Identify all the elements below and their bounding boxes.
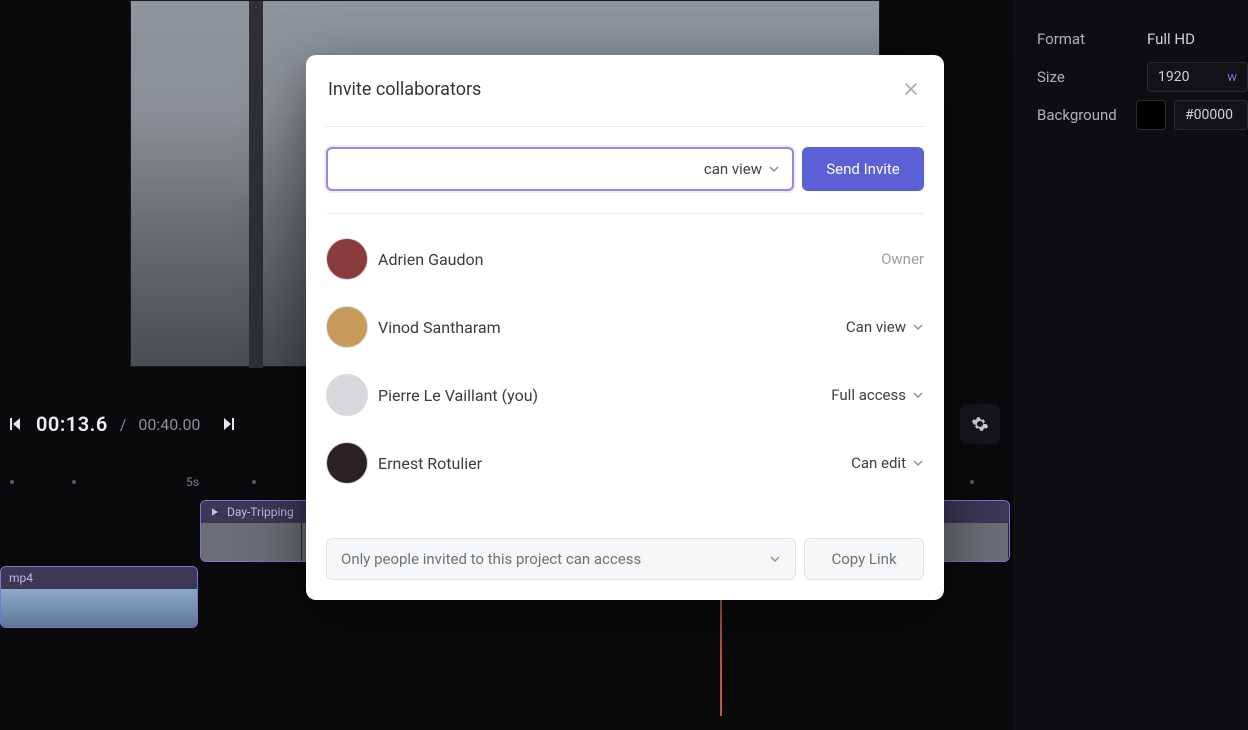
collaborator-row: Adrien Gaudon Owner [326,238,924,280]
timeline-clip[interactable]: mp4 [0,566,198,628]
preview-decoration [249,1,263,368]
properties-panel: Format Full HD Size 1920 w Background #0… [1014,0,1248,730]
collaborator-name: Adrien Gaudon [378,250,871,269]
ruler-label: 5s [186,475,199,489]
access-scope-label: Only people invited to this project can … [341,550,641,568]
collaborator-name: Pierre Le Vaillant (you) [378,386,821,405]
size-input[interactable]: 1920 w [1147,62,1248,92]
role-label: Full access [831,386,906,404]
clip-header: mp4 [1,567,197,589]
chevron-down-icon [912,321,924,333]
invite-email-field[interactable]: can view [326,147,794,191]
send-invite-label: Send Invite [826,160,899,178]
color-swatch[interactable] [1136,100,1166,130]
size-label: Size [1037,68,1147,86]
collaborator-row: Pierre Le Vaillant (you) Full access [326,374,924,416]
collaborator-name: Vinod Santharam [378,318,836,337]
invite-email-input[interactable] [340,160,698,178]
chevron-down-icon [912,389,924,401]
collaborator-row: Ernest Rotulier Can edit [326,442,924,484]
background-label: Background [1037,106,1136,124]
clip-name: Day-Tripping [227,505,294,519]
chevron-down-icon [912,457,924,469]
size-unit: w [1227,70,1237,85]
divider [326,126,924,127]
size-value: 1920 [1158,69,1189,85]
role-label: Owner [881,250,924,268]
close-button[interactable] [902,80,922,100]
divider [326,213,924,214]
clip-thumbnail [1,589,197,628]
collaborator-role: Owner [881,250,924,268]
time-duration: 00:40.00 [138,415,200,434]
collaborator-row: Vinod Santharam Can view [326,306,924,348]
collaborator-name: Ernest Rotulier [378,454,841,473]
role-label: Can view [846,318,906,336]
send-invite-button[interactable]: Send Invite [802,147,924,191]
access-scope-selector[interactable]: Only people invited to this project can … [326,538,796,580]
collaborators-list: Adrien Gaudon Owner Vinod Santharam Can vie… [326,238,924,484]
avatar [326,442,368,484]
permission-selector[interactable]: can view [704,160,780,178]
close-icon [902,80,920,98]
skip-forward-icon[interactable] [220,415,238,433]
avatar [326,374,368,416]
collaborator-role-selector[interactable]: Can edit [851,454,924,472]
background-value: #00000 [1185,107,1233,123]
avatar [326,238,368,280]
avatar [326,306,368,348]
time-current: 00:13.6 [36,412,108,436]
background-hex-input[interactable]: #00000 [1174,100,1248,130]
copy-link-label: Copy Link [831,550,896,568]
invite-collaborators-modal: Invite collaborators can view Send Invit… [306,55,944,600]
permission-label: can view [704,160,762,178]
settings-button[interactable] [960,404,1000,444]
play-icon [209,506,221,518]
copy-link-button[interactable]: Copy Link [804,538,924,580]
chevron-down-icon [769,553,781,565]
collaborator-role-selector[interactable]: Can view [846,318,924,336]
collaborator-role-selector[interactable]: Full access [831,386,924,404]
time-separator: / [120,415,127,434]
skip-back-icon[interactable] [6,415,24,433]
clip-name: mp4 [9,571,33,585]
gear-icon [971,415,989,433]
chevron-down-icon [768,163,780,175]
role-label: Can edit [851,454,906,472]
modal-title: Invite collaborators [328,79,481,100]
format-value[interactable]: Full HD [1147,30,1195,48]
format-label: Format [1037,30,1147,48]
